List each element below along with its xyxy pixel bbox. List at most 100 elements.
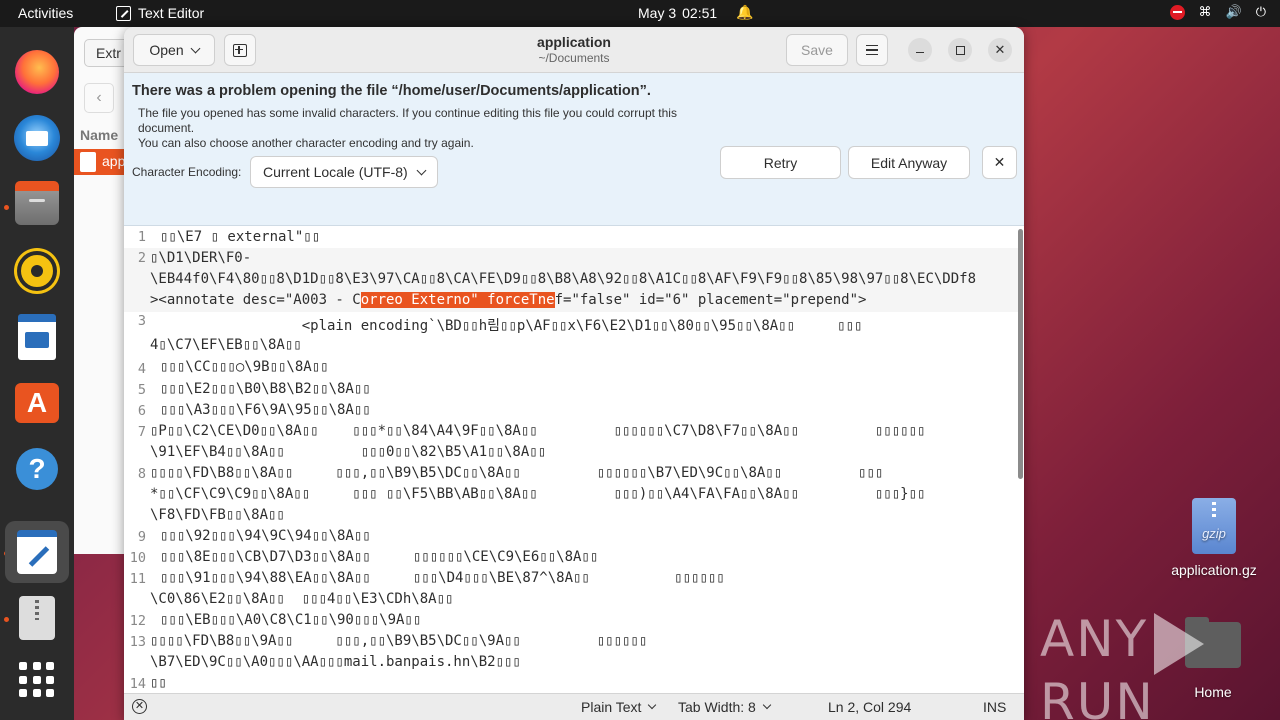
- watermark: ANYRUN: [1040, 610, 1280, 720]
- status-bar: ✕ Plain Text Tab Width: 8 Ln 2, Col 294 …: [124, 693, 1024, 720]
- stop-icon[interactable]: [1169, 4, 1185, 20]
- dock-rhythmbox[interactable]: [12, 246, 62, 296]
- app-menu-label: Text Editor: [138, 5, 205, 21]
- firefox-icon: [15, 50, 59, 94]
- dock-archive-manager[interactable]: [12, 593, 62, 643]
- open-button[interactable]: Open: [133, 34, 215, 66]
- volume-icon: 🔊: [1225, 4, 1242, 19]
- code-line: ▯▯: [150, 675, 167, 691]
- line-number: 14: [129, 676, 146, 692]
- open-button-label: Open: [149, 42, 184, 58]
- code-line: ▯▯▯\E2▯▯▯\B0\B8\B2▯▯\8A▯▯: [160, 381, 371, 397]
- dock-thunderbird[interactable]: [12, 113, 62, 163]
- retry-button[interactable]: Retry: [720, 146, 841, 179]
- cursor-position[interactable]: Ln 2, Col 294: [828, 699, 911, 715]
- insert-mode[interactable]: INS: [983, 699, 1006, 715]
- encoding-label: Character Encoding:: [132, 165, 242, 179]
- line-number: 7: [137, 424, 146, 440]
- line-number: 6: [137, 403, 146, 419]
- bell-icon[interactable]: 🔔: [736, 4, 753, 21]
- clock-date: May 3: [638, 5, 677, 21]
- code-line: ▯▯▯▯\FD\B8▯▯\9A▯▯ ▯▯▯,▯▯\B9\B5\DC▯▯\9A▯▯…: [150, 633, 648, 649]
- encoding-value: Current Locale (UTF-8): [263, 164, 408, 180]
- dock-app-center[interactable]: A: [12, 378, 62, 428]
- archive-icon: [19, 596, 55, 640]
- infobar-message: The file you opened has some invalid cha…: [138, 106, 708, 151]
- line-number: 11: [129, 571, 146, 587]
- text-editor-window: Open application ~/Documents Save ✕ Ther…: [124, 27, 1024, 720]
- watermark-right: RUN: [1040, 672, 1155, 720]
- close-icon: ✕: [994, 42, 1006, 57]
- close-button[interactable]: ✕: [988, 38, 1012, 62]
- dock-show-apps[interactable]: [12, 655, 62, 705]
- dock-files[interactable]: [12, 180, 62, 230]
- chevron-down-icon: [190, 43, 201, 53]
- tab-width-menu[interactable]: Tab Width: 8: [678, 699, 772, 715]
- text-view[interactable]: 1 2 3 4 5 6 7 8 9 10 11 12 13 14 15 ▯▯ \E…: [124, 227, 1024, 693]
- power-icon: ⏻: [1255, 4, 1266, 19]
- dock-firefox[interactable]: [12, 47, 62, 97]
- language-label: Plain Text: [581, 699, 642, 715]
- chevron-down-icon: [762, 700, 772, 710]
- infobar-line-3: You can also choose another character en…: [138, 136, 474, 150]
- code-line: ▯▯▯\A3▯▯▯\F6\9A\95▯▯\8A▯▯: [160, 402, 371, 418]
- activities-button[interactable]: Activities: [18, 5, 73, 21]
- code-line: ▯▯▯▯\FD\B8▯▯\8A▯▯ ▯▯▯,▯▯\B9\B5\DC▯▯\8A▯▯…: [150, 465, 884, 481]
- cursor-position-label: Ln 2, Col 294: [828, 699, 912, 715]
- line-number: 9: [137, 529, 146, 545]
- maximize-button[interactable]: [948, 38, 972, 62]
- dock-help[interactable]: ?: [12, 444, 62, 494]
- status-icon[interactable]: ✕: [132, 699, 147, 714]
- line-number: 4: [137, 361, 146, 377]
- save-button[interactable]: Save: [786, 34, 848, 66]
- language-menu[interactable]: Plain Text: [581, 699, 657, 715]
- desktop-file-label: application.gz: [1171, 562, 1257, 578]
- new-tab-icon: [233, 43, 247, 57]
- back-button[interactable]: ‹: [84, 83, 114, 113]
- dock-writer[interactable]: [12, 312, 62, 362]
- code-line: \91\EF\B4▯▯\8A▯▯ ▯▯▯0▯▯\82\B5\A1▯▯\8A▯▯: [150, 444, 547, 460]
- header-bar: Open application ~/Documents Save ✕: [124, 27, 1024, 73]
- new-tab-button[interactable]: [224, 34, 256, 66]
- gzip-icon-text: gzip: [1202, 526, 1226, 541]
- code-line: ▯▯▯\92▯▯▯\94\9C\94▯▯\8A▯▯: [160, 528, 371, 544]
- name-column-header[interactable]: Name: [80, 127, 118, 143]
- code-line: \C0\86\E2▯▯\8A▯▯ ▯▯▯4▯▯\E3\CDh\8A▯▯: [150, 591, 454, 607]
- infobar-line-1: The file you opened has some invalid cha…: [138, 106, 677, 120]
- network-icon: ⌘: [1198, 4, 1212, 19]
- insert-mode-label: INS: [983, 699, 1007, 715]
- code-line: ><annotate desc="A003 - Correo Externo" …: [150, 292, 866, 308]
- infobar-close-button[interactable]: ✕: [982, 146, 1017, 179]
- desktop-file-application-gz[interactable]: gzip application.gz: [1162, 498, 1266, 578]
- code-line: *▯▯\CF\C9\C9▯▯\8A▯▯ ▯▯▯ ▯▯\F5\BB\AB▯▯\8A…: [150, 486, 926, 502]
- line-number: 10: [129, 550, 146, 566]
- dock-text-editor[interactable]: [5, 521, 69, 583]
- tab-width-label: Tab Width: 8: [678, 699, 756, 715]
- minimize-button[interactable]: [908, 38, 932, 62]
- text-editor-icon: [116, 5, 131, 21]
- text-editor-icon: [17, 530, 57, 574]
- line-number-gutter: 1 2 3 4 5 6 7 8 9 10 11 12 13 14 15: [124, 227, 152, 693]
- clock[interactable]: May 3 02:51: [638, 5, 717, 21]
- app-center-icon: A: [15, 383, 59, 423]
- window-subtitle: ~/Documents: [538, 51, 610, 65]
- code-line: \EB44f0\F4\80▯▯8\D1D▯▯8\E3\97\CA▯▯8\CA\F…: [150, 271, 977, 287]
- minimize-icon: [916, 51, 924, 54]
- text-selection: orreo Externo" forceTne: [360, 292, 555, 308]
- thunderbird-icon: [14, 115, 60, 161]
- encoding-select[interactable]: Current Locale (UTF-8): [250, 156, 438, 188]
- file-icon: [80, 152, 96, 172]
- main-menu-button[interactable]: [856, 34, 888, 66]
- code-line: ▯▯▯\8E▯▯▯\CB\D7\D3▯▯\8A▯▯ ▯▯▯▯▯▯\CE\C9\E…: [160, 549, 599, 565]
- window-title: application: [537, 34, 611, 50]
- vertical-scrollbar[interactable]: [1018, 229, 1023, 479]
- system-tray[interactable]: ⌘ 🔊 ⏻: [1169, 4, 1266, 20]
- dock-running-indicator: [4, 205, 9, 210]
- app-menu[interactable]: Text Editor: [116, 5, 204, 21]
- code-line: <plain encoding`\BD▯▯h림▯▯p\AF▯▯x\F6\E2\D…: [150, 318, 863, 334]
- infobar-title: There was a problem opening the file “/h…: [132, 83, 651, 99]
- code-line: ▯▯▯\CC▯▯▯○\9B▯▯\8A▯▯: [160, 359, 329, 375]
- rhythmbox-icon: [17, 251, 57, 291]
- chevron-down-icon: [648, 700, 657, 710]
- edit-anyway-button[interactable]: Edit Anyway: [848, 146, 970, 179]
